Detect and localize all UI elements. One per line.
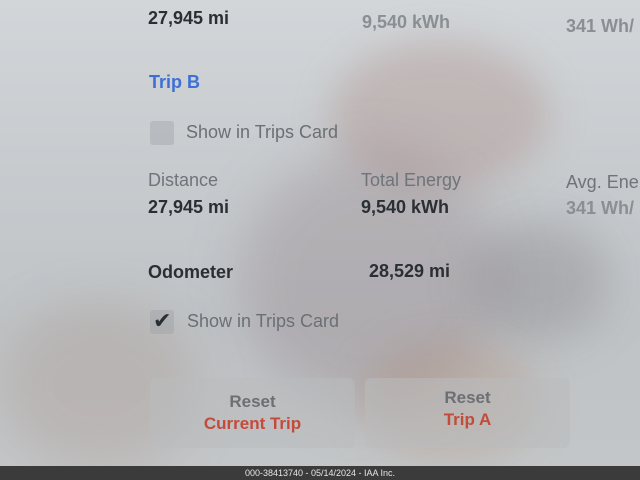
trips-screen: 27,945 mi 9,540 kWh 341 Wh/ Trip B Show … (0, 0, 640, 466)
trip-a-distance-value: 27,945 mi (148, 8, 230, 28)
button-label-line2: Trip A (443, 410, 492, 429)
checkbox-label: Show in Trips Card (187, 311, 340, 331)
odometer-value: 28,529 mi (369, 261, 451, 281)
odometer-label: Odometer (148, 262, 234, 282)
checkmark-icon: ✔ (153, 308, 172, 333)
checkbox-label: Show in Trips Card (186, 122, 339, 142)
trip-b-energy-value: 9,540 kWh (361, 197, 450, 217)
watermark-footer: 000-38413740 - 05/14/2024 - IAA Inc. (0, 466, 640, 480)
button-label-line1: Reset (229, 392, 276, 411)
trip-b-title: Trip B (149, 72, 201, 92)
button-label-line1: Reset (444, 388, 491, 407)
trip-b-distance-value: 27,945 mi (148, 197, 230, 217)
trip-b-distance-label: Distance (148, 170, 219, 190)
trip-a-energy-value: 9,540 kWh (362, 12, 451, 32)
reset-current-trip-button[interactable]: Reset Current Trip (150, 378, 355, 448)
reset-trip-a-button[interactable]: Reset Trip A (365, 378, 570, 448)
button-label-line2: Current Trip (203, 414, 302, 433)
checkbox-box[interactable]: ✔ (150, 308, 174, 334)
checkbox-box[interactable] (150, 121, 174, 145)
glare-reflection (470, 220, 610, 340)
trip-a-avg-value: 341 Wh/ (566, 16, 635, 36)
trip-b-avg-value: 341 Wh/ (566, 198, 635, 218)
trip-b-avg-label: Avg. Ene (566, 172, 639, 192)
glare-reflection (330, 40, 550, 190)
trip-b-energy-label: Total Energy (361, 170, 462, 190)
